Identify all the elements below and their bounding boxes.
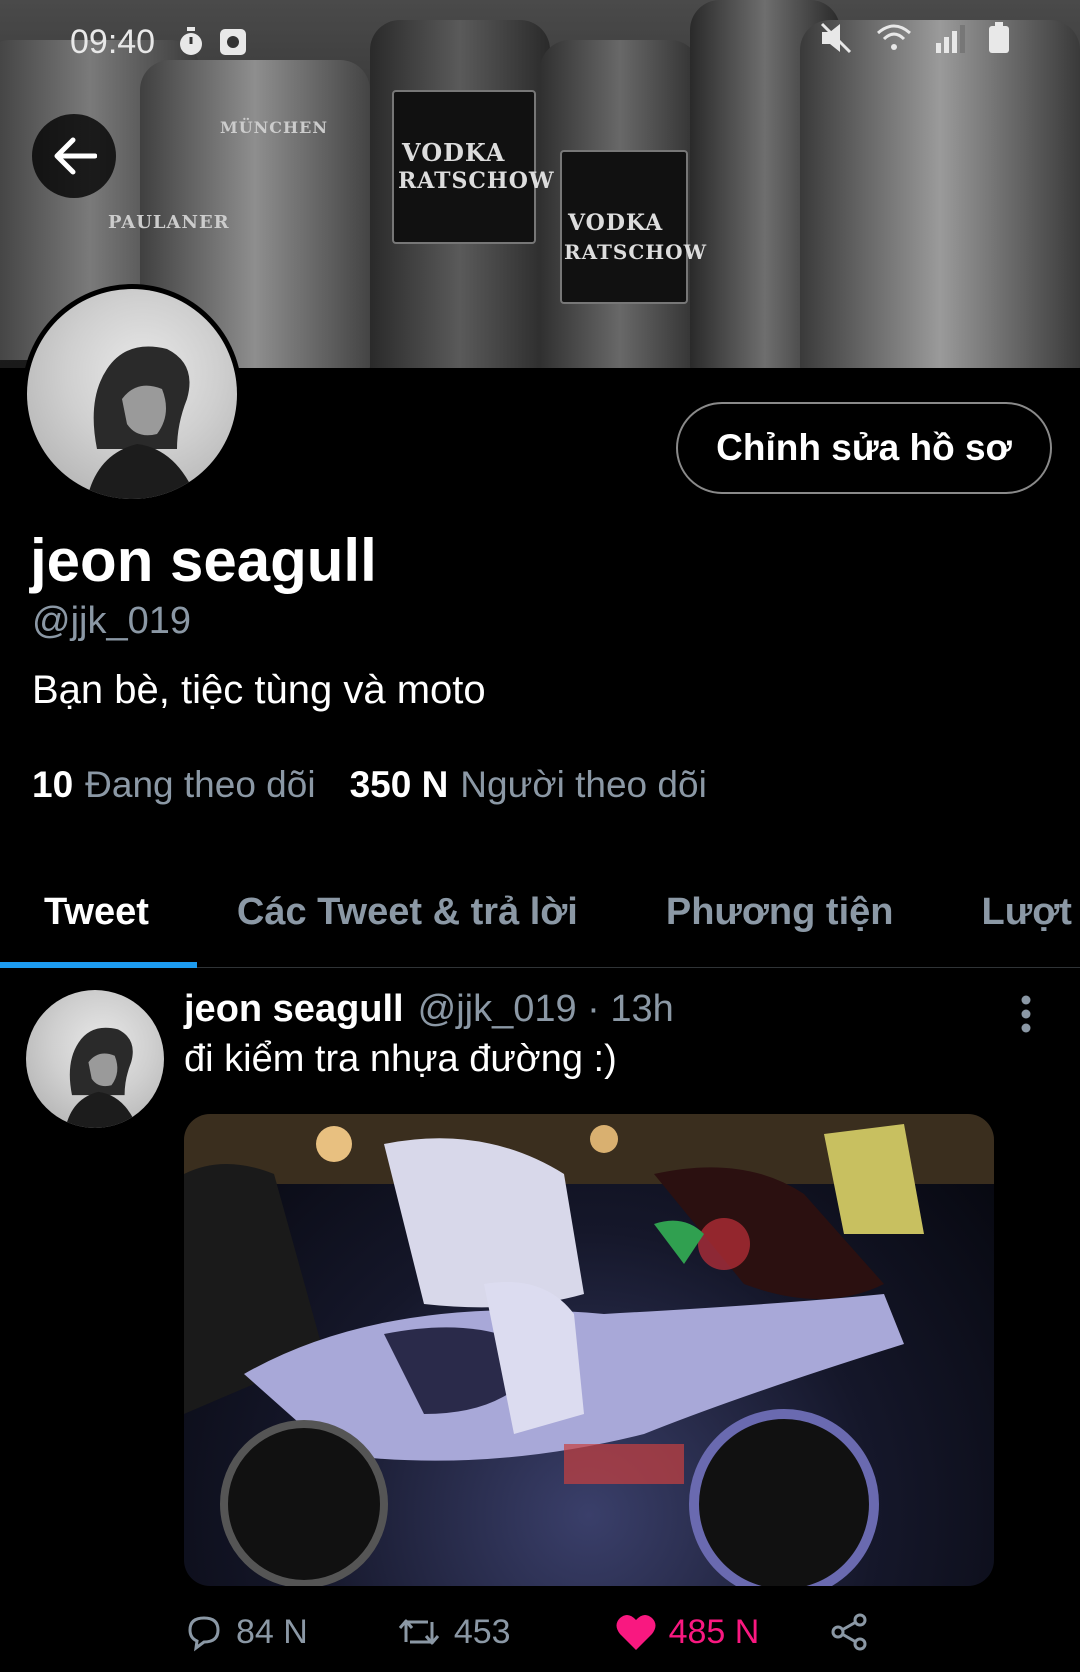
- profile-bio: Bạn bè, tiệc tùng và moto: [32, 668, 486, 712]
- mute-icon: [820, 22, 854, 63]
- retweet-count: 453: [453, 1612, 511, 1651]
- arrow-left-icon: [54, 137, 97, 175]
- signal-icon: [934, 23, 966, 62]
- screenshot-icon: [219, 28, 247, 56]
- follow-stats: 10 Đang theo dõi 350 N Người theo dõi: [32, 764, 741, 806]
- reply-button[interactable]: 84 N: [184, 1612, 308, 1652]
- share-icon: [831, 1613, 867, 1651]
- following-label[interactable]: Đang theo dõi: [85, 764, 315, 806]
- wifi-icon: [876, 23, 912, 62]
- bottle-label: RATSCHOW: [398, 168, 555, 194]
- like-button[interactable]: 485 N: [615, 1612, 760, 1652]
- following-count[interactable]: 10: [32, 764, 73, 806]
- timer-icon: [177, 27, 205, 57]
- tweet-header: jeon seagull @jjk_019 · 13h: [184, 988, 674, 1031]
- bottle-label: RATSCHOW: [564, 240, 708, 264]
- followers-count[interactable]: 350 N: [350, 764, 449, 806]
- followers-label[interactable]: Người theo dõi: [460, 764, 707, 806]
- retweet-icon: [398, 1619, 439, 1645]
- share-button[interactable]: [829, 1612, 881, 1652]
- tweet-media-image[interactable]: [184, 1114, 994, 1586]
- tweet-text: đi kiểm tra nhựa đường :): [184, 1038, 617, 1080]
- bottle-label: VODKA: [568, 210, 664, 236]
- reply-count: 84 N: [236, 1612, 308, 1651]
- tab-media[interactable]: Phương tiện: [622, 891, 938, 934]
- tab-tweets[interactable]: Tweet: [0, 891, 193, 934]
- reply-icon: [188, 1616, 220, 1652]
- status-time: 09:40: [70, 22, 156, 61]
- more-options-button[interactable]: [1008, 992, 1044, 1036]
- like-count: 485 N: [668, 1612, 760, 1651]
- tab-tweets-replies[interactable]: Các Tweet & trả lời: [193, 891, 622, 934]
- back-button[interactable]: [32, 114, 116, 198]
- retweet-button[interactable]: 453: [396, 1612, 511, 1652]
- avatar-photo: [65, 1027, 138, 1128]
- profile-tabs: Tweet Các Tweet & trả lời Phương tiện Lư…: [0, 858, 1080, 968]
- bottle-label: PAULANER: [108, 212, 230, 233]
- edit-profile-button[interactable]: Chỉnh sửa hồ sơ: [676, 402, 1052, 494]
- battery-icon: [988, 21, 1010, 63]
- tweet-avatar[interactable]: [26, 990, 164, 1128]
- tweet-handle-time: @jjk_019 · 13h: [417, 988, 674, 1030]
- motorcycle-photo: [184, 1114, 994, 1586]
- more-vertical-icon: [1021, 995, 1031, 1033]
- bottle-label: VODKA: [402, 138, 506, 167]
- heart-icon: [616, 1614, 656, 1650]
- status-bar: 09:40: [0, 0, 1080, 84]
- display-name: jeon seagull: [30, 527, 377, 594]
- tab-likes[interactable]: Lượt t: [937, 891, 1080, 934]
- tweet-author-name[interactable]: jeon seagull: [184, 988, 404, 1031]
- profile-handle: @jjk_019: [32, 600, 191, 642]
- profile-avatar[interactable]: [22, 284, 242, 504]
- avatar-photo: [87, 346, 197, 499]
- bottle-label: MÜNCHEN: [220, 118, 328, 137]
- active-tab-indicator: [0, 962, 197, 968]
- tweet-actions: 84 N 453 485 N: [184, 1606, 904, 1658]
